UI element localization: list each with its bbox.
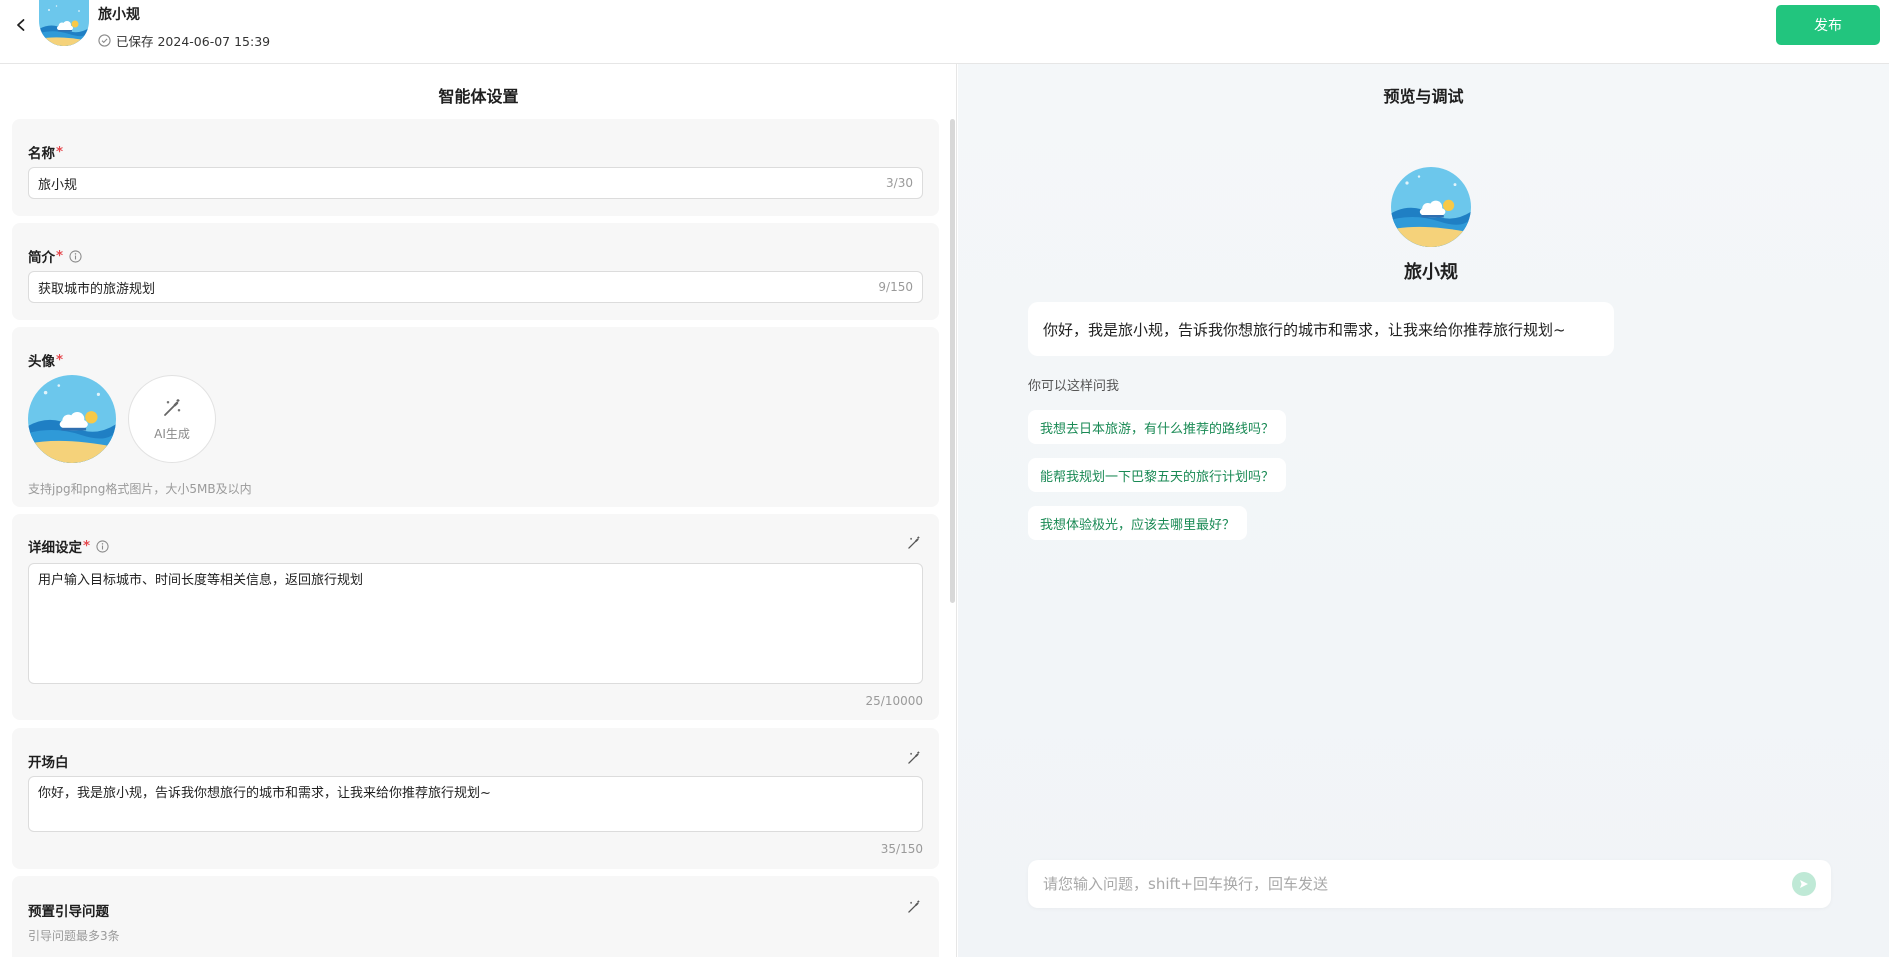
- suggestion-label: 你可以这样问我: [1028, 379, 1120, 394]
- scrollbar[interactable]: [950, 119, 955, 603]
- opening-textarea[interactable]: 你好，我是旅小规，告诉我你想旅行的城市和需求，让我来给你推荐旅行规划~: [28, 776, 923, 832]
- send-button[interactable]: [1792, 872, 1816, 896]
- name-counter: 3/30: [886, 176, 913, 190]
- opening-counter: 35/150: [880, 842, 923, 856]
- settings-title: 智能体设置: [438, 87, 519, 106]
- suggestion-item[interactable]: 我想体验极光，应该去哪里最好？: [1028, 506, 1248, 540]
- ai-generate-button[interactable]: AI生成: [128, 375, 216, 463]
- guide-label: 预置引导问题: [28, 900, 109, 920]
- intro-label: 简介 *: [28, 246, 82, 266]
- required-mark: *: [83, 538, 91, 554]
- intro-card: 简介 * 获取城市的旅游规划 9/150: [12, 223, 939, 320]
- greeting-message: 你好，我是旅小规，告诉我你想旅行的城市和需求，让我来给你推荐旅行规划~: [1028, 302, 1614, 356]
- avatar: [39, 0, 89, 46]
- back-button[interactable]: [10, 14, 32, 36]
- avatar-hint: 支持jpg和png格式图片，大小5MB及以内: [28, 482, 252, 496]
- check-circle-icon: [98, 34, 111, 47]
- intro-input[interactable]: 获取城市的旅游规划 9/150: [28, 271, 923, 303]
- name-label: 名称 *: [28, 142, 63, 162]
- suggestion-item[interactable]: 能帮我规划一下巴黎五天的旅行计划吗？: [1028, 458, 1287, 492]
- guide-card: 预置引导问题 引导问题最多3条: [12, 876, 939, 957]
- name-input-value: 旅小规: [38, 177, 78, 193]
- required-mark: *: [56, 144, 64, 160]
- avatar-label-text: 头像: [28, 354, 55, 370]
- page-title: 旅小规: [98, 7, 140, 23]
- greeting-text: 你好，我是旅小规，告诉我你想旅行的城市和需求，让我来给你推荐旅行规划~: [1043, 320, 1566, 339]
- avatar-card: 头像 * AI生成 支持jpg和png格式图片，大小5MB及以内: [12, 327, 939, 507]
- chat-input[interactable]: [1043, 875, 1792, 893]
- optimize-guide-button[interactable]: [905, 898, 923, 916]
- name-label-text: 名称: [28, 146, 55, 162]
- guide-hint: 引导问题最多3条: [28, 929, 120, 943]
- magic-wand-icon: [164, 398, 181, 416]
- suggestion-item[interactable]: 我想去日本旅游，有什么推荐的路线吗？: [1028, 410, 1287, 444]
- info-icon[interactable]: [69, 249, 82, 263]
- bot-name: 旅小规: [1404, 262, 1458, 283]
- info-icon[interactable]: [96, 539, 109, 553]
- preview-title: 预览与调试: [1383, 87, 1464, 106]
- agent-settings-panel: 智能体设置 名称 * 旅小规 3/30 简介 * 获取城市的旅游规划 9/150 头…: [0, 64, 957, 957]
- intro-counter: 9/150: [878, 280, 913, 294]
- top-bar: 旅小规 已保存 2024-06-07 15:39 发布: [0, 0, 1889, 64]
- opening-label-text: 开场白: [28, 755, 69, 771]
- save-status-text: 已保存 2024-06-07 15:39: [116, 34, 271, 49]
- detail-card: 详细设定 * 用户输入目标城市、时间长度等相关信息，返回旅行规划 25/10000: [12, 514, 939, 720]
- opening-label: 开场白: [28, 751, 69, 771]
- required-mark: *: [56, 352, 64, 368]
- guide-label-text: 预置引导问题: [28, 904, 109, 920]
- detail-counter: 25/10000: [865, 694, 924, 708]
- opening-card: 开场白 你好，我是旅小规，告诉我你想旅行的城市和需求，让我来给你推荐旅行规划~ …: [12, 728, 939, 869]
- avatar-image[interactable]: [28, 375, 116, 463]
- optimize-detail-button[interactable]: [905, 534, 923, 552]
- save-status: 已保存 2024-06-07 15:39: [98, 31, 270, 50]
- name-input[interactable]: 旅小规 3/30: [28, 167, 923, 199]
- intro-input-value: 获取城市的旅游规划: [38, 281, 156, 297]
- chevron-left-icon: [17, 19, 25, 31]
- magic-wand-icon: [908, 751, 920, 764]
- magic-wand-icon: [908, 536, 920, 549]
- detail-label-text: 详细设定: [28, 540, 82, 556]
- preview-panel: 预览与调试 旅小规 你好，我是旅小规，告诉我你想旅行的城市和需求，让我来给你推荐…: [958, 64, 1889, 957]
- name-card: 名称 * 旅小规 3/30: [12, 119, 939, 216]
- required-mark: *: [56, 248, 64, 264]
- chat-input-bar: [1028, 860, 1831, 908]
- optimize-opening-button[interactable]: [905, 749, 923, 767]
- detail-textarea[interactable]: 用户输入目标城市、时间长度等相关信息，返回旅行规划: [28, 563, 923, 684]
- detail-label: 详细设定 *: [28, 536, 109, 556]
- intro-label-text: 简介: [28, 250, 55, 266]
- ai-generate-label: AI生成: [154, 426, 190, 441]
- bot-avatar: [1391, 167, 1471, 247]
- publish-button[interactable]: 发布: [1776, 5, 1880, 45]
- send-icon: [1800, 880, 1808, 888]
- magic-wand-icon: [908, 900, 920, 913]
- avatar-label: 头像 *: [28, 350, 63, 370]
